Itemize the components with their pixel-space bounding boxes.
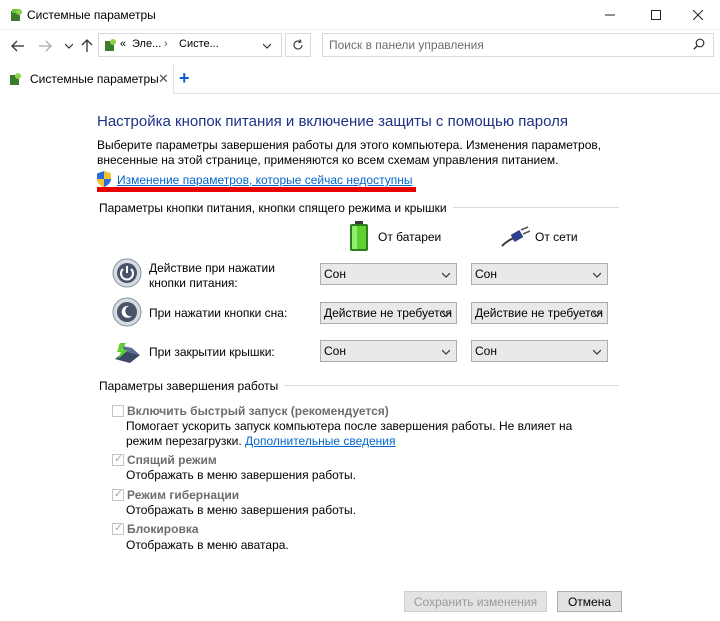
select-value: Действие не требуется (475, 306, 604, 320)
cancel-button[interactable]: Отмена (557, 591, 622, 612)
lock-description: Отображать в меню аватара. (126, 538, 289, 552)
power-button-action-label: Действие при нажатии кнопки питания: (149, 261, 275, 290)
hibernate-checkbox[interactable] (112, 487, 124, 501)
close-button[interactable] (676, 0, 720, 30)
window-title: Системные параметры (27, 8, 156, 22)
tab-strip: Системные параметры ✕ + (0, 64, 720, 94)
laptop-lid-icon (115, 343, 140, 363)
minimize-button[interactable] (588, 0, 632, 30)
sleep-button-ac-select[interactable]: Действие не требуется (471, 302, 608, 324)
page-title: Настройка кнопок питания и включение защ… (97, 113, 568, 130)
sleep-button-action-label: При нажатии кнопки сна: (149, 306, 288, 320)
highlight-underline (97, 187, 416, 192)
lid-close-action-label: При закрытии крышки: (149, 345, 275, 359)
title-bar: Системные параметры (0, 0, 720, 30)
ac-column-header: От сети (535, 230, 578, 244)
close-icon (693, 10, 703, 20)
battery-column-header: От батареи (378, 230, 442, 244)
recent-locations-button[interactable] (60, 36, 78, 56)
save-changes-button[interactable]: Сохранить изменения (404, 591, 547, 612)
new-tab-button[interactable]: + (179, 68, 190, 89)
lid-close-battery-select[interactable]: Сон (320, 340, 457, 362)
hibernate-description: Отображать в меню завершения работы. (126, 503, 357, 517)
search-box[interactable] (322, 33, 714, 57)
battery-icon (350, 221, 368, 251)
up-arrow-icon (81, 39, 93, 52)
address-segment-2[interactable]: Систе... (179, 38, 219, 50)
select-value: Сон (324, 267, 346, 281)
sleep-checkbox[interactable] (112, 452, 124, 466)
more-info-link[interactable]: Дополнительные сведения (245, 434, 395, 448)
control-panel-icon (10, 73, 21, 85)
app-icon (11, 9, 22, 21)
page-description: Выберите параметры завершения работы для… (97, 138, 602, 167)
chevron-down-icon (442, 349, 450, 355)
back-arrow-icon (11, 40, 24, 52)
chevron-down-icon (593, 272, 601, 278)
select-value: Сон (324, 344, 346, 358)
lid-close-ac-select[interactable]: Сон (471, 340, 608, 362)
back-button[interactable] (9, 36, 27, 56)
tab-label: Системные параметры (30, 72, 159, 86)
refresh-button[interactable] (285, 33, 311, 57)
address-overflow[interactable]: « (120, 38, 126, 50)
tab-close-icon[interactable]: ✕ (158, 71, 169, 87)
up-button[interactable] (78, 36, 96, 56)
chevron-down-icon (65, 43, 73, 49)
maximize-icon (651, 10, 661, 20)
uac-shield-icon (97, 171, 111, 187)
refresh-icon (293, 39, 303, 50)
maximize-button[interactable] (634, 0, 678, 30)
search-input[interactable] (329, 37, 679, 53)
change-unavailable-settings-link[interactable]: Изменение параметров, которые сейчас нед… (117, 173, 413, 187)
forward-button[interactable] (36, 36, 54, 56)
select-value: Действие не требуется (324, 306, 453, 320)
hibernate-title: Режим гибернации (127, 488, 240, 502)
sleep-button-icon (112, 297, 142, 327)
select-value: Сон (475, 344, 497, 358)
fast-startup-title: Включить быстрый запуск (рекомендуется) (127, 404, 389, 418)
minimize-icon (605, 14, 615, 16)
select-value: Сон (475, 267, 497, 281)
address-dropdown-icon[interactable] (263, 43, 271, 49)
power-button-icon (112, 258, 142, 288)
address-separator: › (164, 38, 168, 50)
power-button-battery-select[interactable]: Сон (320, 263, 457, 285)
control-panel-icon (105, 39, 116, 51)
address-bar[interactable]: « Эле... › Систе... (98, 33, 282, 57)
chevron-down-icon (593, 311, 601, 317)
power-button-ac-select[interactable]: Сон (471, 263, 608, 285)
chevron-down-icon (593, 349, 601, 355)
sleep-button-battery-select[interactable]: Действие не требуется (320, 302, 457, 324)
tab-system-settings[interactable]: Системные параметры ✕ (0, 64, 174, 94)
lock-title: Блокировка (127, 522, 199, 536)
sleep-title: Спящий режим (127, 453, 217, 467)
chevron-down-icon (442, 311, 450, 317)
address-segment-1[interactable]: Эле... (132, 38, 161, 50)
forward-arrow-icon (39, 40, 52, 52)
shutdown-section-title: Параметры завершения работы (99, 379, 285, 393)
lock-checkbox[interactable] (112, 521, 124, 535)
power-section-title: Параметры кнопки питания, кнопки спящего… (99, 201, 453, 215)
search-icon[interactable] (693, 38, 705, 50)
fast-startup-description: Помогает ускорить запуск компьютера посл… (126, 419, 596, 449)
power-plug-icon (501, 226, 530, 247)
sleep-description: Отображать в меню завершения работы. (126, 468, 357, 482)
fast-startup-checkbox[interactable] (112, 405, 124, 417)
chevron-down-icon (442, 272, 450, 278)
